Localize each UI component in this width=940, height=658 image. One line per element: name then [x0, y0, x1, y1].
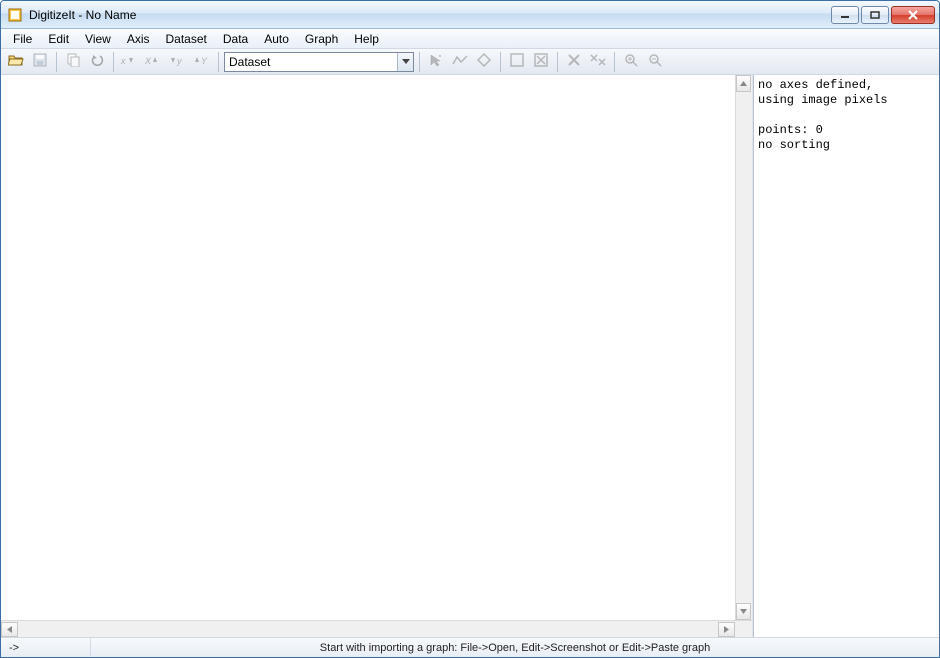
zoom-in-button[interactable]: [620, 51, 642, 73]
zoom-out-button[interactable]: [644, 51, 666, 73]
open-button[interactable]: [5, 51, 27, 73]
toolbar-separator: [56, 52, 57, 72]
select-rect-button[interactable]: [506, 51, 528, 73]
save-button[interactable]: [29, 51, 51, 73]
application-window: DigitizeIt - No Name File Edit View Axis…: [0, 0, 940, 658]
vertical-scrollbar[interactable]: [735, 75, 752, 620]
window-title: DigitizeIt - No Name: [29, 8, 136, 22]
scroll-left-icon[interactable]: [1, 622, 18, 637]
folder-open-icon: [8, 53, 24, 70]
status-coords: ->: [1, 638, 91, 657]
app-icon: [7, 7, 23, 23]
remove-point-button[interactable]: [563, 51, 585, 73]
zoom-out-icon: [648, 53, 662, 70]
ymax-icon: Y: [193, 53, 211, 70]
zoom-in-icon: [624, 53, 638, 70]
select-rect-icon: [510, 53, 524, 70]
menu-graph[interactable]: Graph: [297, 30, 346, 48]
undo-button[interactable]: [86, 51, 108, 73]
copy-icon: [66, 53, 80, 70]
menu-edit[interactable]: Edit: [40, 30, 77, 48]
remove-all-icon: [590, 53, 606, 70]
canvas-pane: [1, 75, 753, 637]
svg-text:X: X: [145, 56, 152, 66]
titlebar: DigitizeIt - No Name: [1, 1, 939, 29]
ymax-button[interactable]: Y: [191, 51, 213, 73]
toolbar-separator: [614, 52, 615, 72]
menu-axis[interactable]: Axis: [119, 30, 158, 48]
save-icon: [33, 53, 47, 70]
status-hint: Start with importing a graph: File->Open…: [91, 638, 939, 657]
dataset-combobox-text: Dataset: [225, 55, 397, 69]
maximize-button[interactable]: [861, 6, 889, 24]
close-button[interactable]: [891, 6, 935, 24]
scroll-down-icon[interactable]: [736, 603, 751, 620]
svg-text:x: x: [121, 56, 126, 66]
line-button[interactable]: [449, 51, 471, 73]
menu-file[interactable]: File: [5, 30, 40, 48]
xmin-icon: x: [121, 53, 139, 70]
toolbar: x X y Y Dataset: [1, 49, 939, 75]
info-line: using image pixels: [758, 93, 888, 107]
scroll-up-icon[interactable]: [736, 75, 751, 92]
toolbar-separator: [419, 52, 420, 72]
statusbar: -> Start with importing a graph: File->O…: [1, 637, 939, 657]
dropdown-icon: [397, 53, 413, 71]
scroll-right-icon[interactable]: [718, 622, 735, 637]
ymin-icon: y: [169, 53, 187, 70]
toolbar-separator: [218, 52, 219, 72]
info-line: points: 0: [758, 123, 823, 137]
toolbar-separator: [500, 52, 501, 72]
workspace: no axes defined, using image pixels poin…: [1, 75, 939, 637]
ymin-button[interactable]: y: [167, 51, 189, 73]
menu-auto[interactable]: Auto: [256, 30, 297, 48]
info-line: no axes defined,: [758, 78, 873, 92]
xmax-icon: X: [145, 53, 163, 70]
toolbar-separator: [557, 52, 558, 72]
horizontal-scrollbar[interactable]: [1, 620, 752, 637]
undo-icon: [89, 53, 105, 70]
pick-point-button[interactable]: [425, 51, 447, 73]
diamond-icon: [477, 53, 491, 70]
window-controls: [831, 6, 935, 24]
menu-data[interactable]: Data: [215, 30, 256, 48]
line-icon: [452, 54, 468, 69]
info-panel: no axes defined, using image pixels poin…: [753, 75, 939, 637]
remove-all-button[interactable]: [587, 51, 609, 73]
symbol-button[interactable]: [473, 51, 495, 73]
svg-text:y: y: [176, 56, 182, 66]
minimize-button[interactable]: [831, 6, 859, 24]
delete-rect-button[interactable]: [530, 51, 552, 73]
svg-text:Y: Y: [201, 56, 208, 66]
canvas-area[interactable]: [1, 75, 735, 620]
cursor-icon: [429, 53, 443, 70]
dataset-combobox[interactable]: Dataset: [224, 52, 414, 72]
toolbar-separator: [113, 52, 114, 72]
menubar: File Edit View Axis Dataset Data Auto Gr…: [1, 29, 939, 49]
delete-rect-icon: [534, 53, 548, 70]
copy-button[interactable]: [62, 51, 84, 73]
xmax-button[interactable]: X: [143, 51, 165, 73]
menu-view[interactable]: View: [77, 30, 119, 48]
xmin-button[interactable]: x: [119, 51, 141, 73]
remove-point-icon: [567, 53, 581, 70]
info-line: no sorting: [758, 138, 830, 152]
menu-help[interactable]: Help: [346, 30, 387, 48]
menu-dataset[interactable]: Dataset: [158, 30, 215, 48]
